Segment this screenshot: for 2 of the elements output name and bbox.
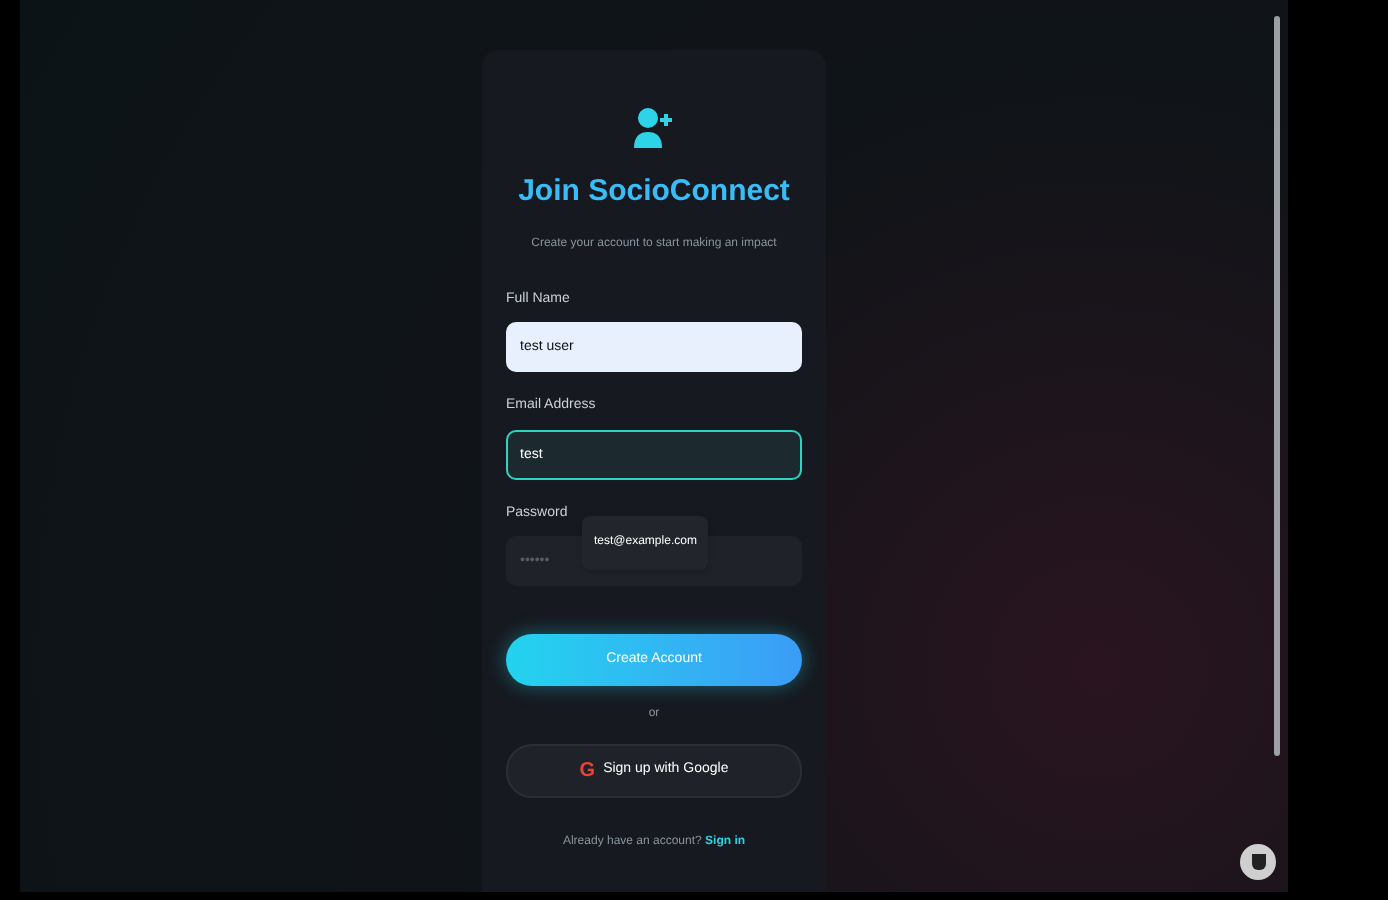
card-title: Join SocioConnect	[518, 172, 790, 212]
google-icon: G	[579, 756, 596, 786]
